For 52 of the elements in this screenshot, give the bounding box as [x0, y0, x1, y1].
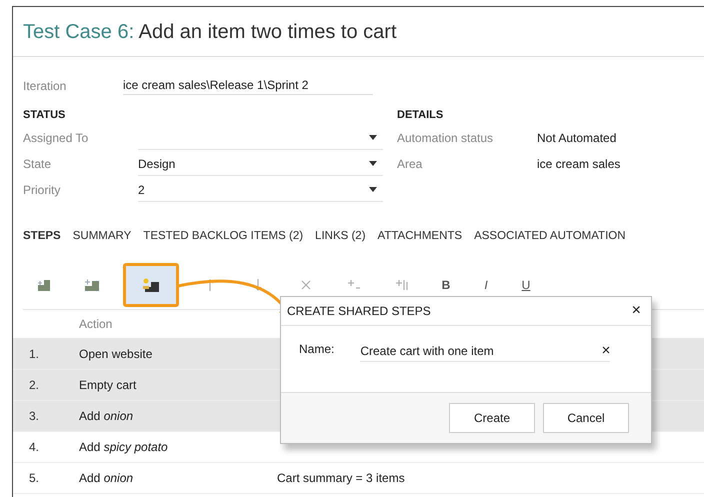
- field-label: Assigned To: [23, 131, 90, 145]
- name-field[interactable]: Create cart with one item ×: [360, 342, 610, 362]
- tab[interactable]: ASSOCIATED AUTOMATION: [474, 230, 626, 242]
- step-add-icon: [36, 278, 52, 292]
- steps-add-icon: [83, 278, 101, 292]
- step-action: Empty cart: [79, 378, 138, 392]
- step-number: 5.: [28, 471, 40, 485]
- field-label: Iteration: [23, 79, 68, 93]
- stairs-spark-icon: [141, 277, 161, 293]
- caret-icon: [369, 187, 377, 192]
- step-number: 4.: [28, 440, 40, 454]
- tab[interactable]: TESTED BACKLOG ITEMS (2): [143, 230, 304, 242]
- tab[interactable]: ATTACHMENTS: [378, 230, 462, 242]
- field-label: State: [23, 157, 52, 171]
- toolbar-button[interactable]: [123, 263, 179, 307]
- page-title: Test Case 6: Add an item two times to cart: [13, 7, 704, 57]
- tab[interactable]: STEPS: [23, 230, 61, 242]
- delete-icon: [301, 280, 311, 290]
- step-action: Add onion: [79, 471, 134, 485]
- format-button[interactable]: I: [469, 270, 503, 300]
- field-label: Area: [397, 157, 424, 171]
- step-number: 3.: [28, 409, 40, 423]
- dialog-button[interactable]: Cancel: [543, 403, 629, 433]
- field-label: Name:: [299, 342, 334, 356]
- column-header: Action: [79, 317, 114, 331]
- step-action: Open website: [79, 347, 154, 361]
- close-button[interactable]: ×: [632, 302, 641, 320]
- dialog-button[interactable]: Create: [449, 403, 535, 433]
- field-value: Not Automated: [537, 131, 616, 145]
- expected-result: Cart summary = 3 items: [277, 471, 405, 485]
- dropdown-field[interactable]: Design: [138, 152, 383, 176]
- insert-param-icon: [347, 279, 361, 291]
- insert-attachment-icon: [395, 278, 409, 292]
- step-action: Add onion: [79, 409, 134, 423]
- field-label: Priority: [23, 183, 62, 197]
- tab[interactable]: SUMMARY: [72, 230, 132, 242]
- format-button[interactable]: B: [429, 270, 463, 300]
- iteration-field[interactable]: ice cream sales\Release 1\Sprint 2: [123, 78, 373, 94]
- caret-icon: [369, 161, 377, 166]
- section-heading: DETAILS: [397, 108, 444, 123]
- tab[interactable]: LINKS (2): [315, 230, 366, 242]
- field-value: ice cream sales: [537, 157, 620, 171]
- caret-icon: [369, 135, 377, 140]
- clear-button[interactable]: ×: [602, 342, 610, 359]
- dropdown-field[interactable]: 2: [138, 178, 383, 202]
- dialog-title: CREATE SHARED STEPS: [287, 304, 431, 318]
- step-number: 1.: [28, 347, 40, 361]
- format-button[interactable]: U: [509, 270, 543, 300]
- step-action: Add spicy potato: [79, 440, 169, 454]
- section-heading: STATUS: [23, 108, 66, 123]
- field-label: Automation status: [397, 131, 494, 145]
- step-number: 2.: [28, 378, 40, 392]
